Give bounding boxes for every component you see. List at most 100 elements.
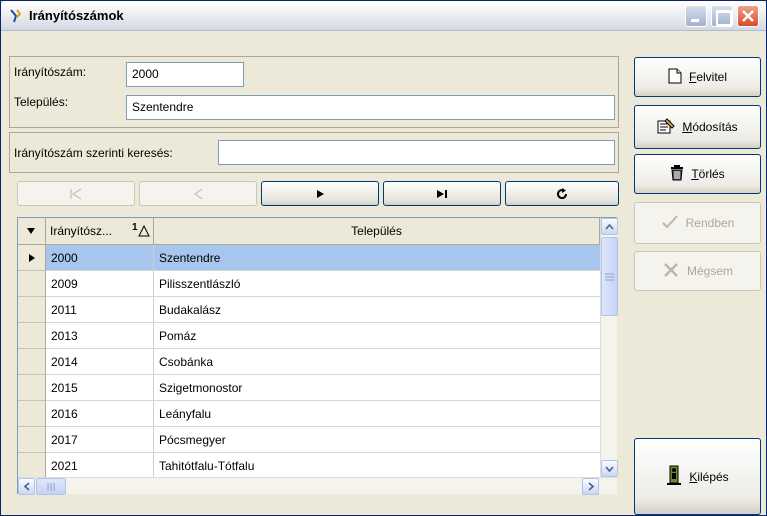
horizontal-thumb[interactable]: [36, 478, 66, 495]
search-label: Irányítószám szerinti keresés:: [14, 146, 173, 160]
scroll-down-button[interactable]: [601, 460, 618, 477]
grip-icon: [605, 273, 614, 281]
table-row[interactable]: 2013 Pomáz: [18, 323, 600, 349]
cell-settlement[interactable]: Budakalász: [154, 297, 600, 322]
last-record-button[interactable]: [383, 181, 501, 206]
header-indicator[interactable]: [18, 218, 46, 245]
zip-field[interactable]: 2000: [126, 62, 244, 87]
close-icon[interactable]: [737, 5, 759, 27]
vertical-scrollbar[interactable]: [600, 218, 618, 477]
table-row[interactable]: 2009 Pilisszentlászló: [18, 271, 600, 297]
table-row[interactable]: 2021 Tahitótfalu-Tótfalu: [18, 453, 600, 479]
horizontal-scrollbar[interactable]: [18, 477, 617, 495]
search-input[interactable]: [218, 140, 615, 165]
header-zip-label: Irányítósz...: [50, 224, 113, 238]
sort-indicator: 1: [132, 222, 138, 233]
first-icon: [70, 187, 82, 200]
row-indicator[interactable]: [18, 297, 46, 323]
prior-record-button[interactable]: [139, 181, 257, 206]
grid-header: Irányítósz... 1 Település: [18, 218, 600, 245]
edit-icon: [657, 117, 676, 137]
exit-door-icon: [666, 465, 682, 488]
row-indicator[interactable]: [18, 323, 46, 349]
title-bar[interactable]: Irányítószámok: [1, 1, 766, 31]
scroll-right-button[interactable]: [582, 478, 599, 495]
refresh-icon: [557, 187, 568, 199]
next-record-button[interactable]: [261, 181, 379, 206]
row-indicator[interactable]: [18, 401, 46, 427]
table-row[interactable]: 2011 Budakalász: [18, 297, 600, 323]
maximize-icon[interactable]: [711, 5, 733, 27]
cell-settlement[interactable]: Csobánka: [154, 349, 600, 374]
zip-label: Irányítószám:: [14, 65, 87, 79]
cell-settlement[interactable]: Pilisszentlászló: [154, 271, 600, 296]
row-indicator[interactable]: [18, 245, 46, 271]
cell-settlement[interactable]: Pócsmegyer: [154, 427, 600, 452]
cell-zip[interactable]: 2016: [46, 401, 154, 426]
cell-zip[interactable]: 2021: [46, 453, 154, 478]
table-row[interactable]: 2000 Szentendre: [18, 245, 600, 271]
cell-settlement[interactable]: Pomáz: [154, 323, 600, 348]
delete-button[interactable]: Törlés: [634, 154, 761, 194]
row-indicator[interactable]: [18, 453, 46, 479]
exit-button[interactable]: Kilépés: [634, 438, 761, 515]
check-icon: [661, 214, 679, 233]
header-zip[interactable]: Irányítósz... 1: [46, 218, 154, 245]
minimize-icon[interactable]: [685, 5, 707, 27]
new-document-icon: [668, 68, 682, 87]
prior-icon: [193, 188, 203, 199]
cell-settlement[interactable]: Szentendre: [154, 245, 600, 270]
cell-zip[interactable]: 2011: [46, 297, 154, 322]
edit-button[interactable]: Módosítás: [634, 105, 761, 149]
cell-settlement[interactable]: Tahitótfalu-Tótfalu: [154, 453, 600, 478]
scroll-left-button[interactable]: [18, 478, 35, 495]
chevron-up-icon: [605, 223, 614, 230]
exit-button-label: Kilépés: [689, 469, 729, 484]
table-row[interactable]: 2016 Leányfalu: [18, 401, 600, 427]
cell-zip[interactable]: 2015: [46, 375, 154, 400]
cell-zip[interactable]: 2000: [46, 245, 154, 270]
window-title: Irányítószámok: [29, 8, 124, 23]
window: Irányítószámok Irányítószám: 2000 Telepü…: [0, 0, 767, 516]
cancel-button-label: Mégsem: [686, 264, 733, 278]
row-indicator[interactable]: [18, 349, 46, 375]
scroll-up-button[interactable]: [601, 218, 618, 235]
cell-zip[interactable]: 2009: [46, 271, 154, 296]
table-row[interactable]: 2017 Pócsmegyer: [18, 427, 600, 453]
last-icon: [437, 189, 447, 198]
trash-icon: [670, 164, 684, 184]
header-settlement[interactable]: Település: [154, 218, 600, 245]
grip-icon: [47, 483, 55, 491]
scroll-thumb[interactable]: [601, 237, 618, 316]
table-row[interactable]: 2015 Szigetmonostor: [18, 375, 600, 401]
zip-grid[interactable]: Irányítósz... 1 Település 2000 Szentendre…: [17, 217, 618, 495]
cell-zip[interactable]: 2017: [46, 427, 154, 452]
cancel-button[interactable]: Mégsem: [634, 251, 761, 291]
sort-arrow-icon: [138, 225, 150, 237]
settlement-label: Település:: [14, 95, 69, 109]
chevron-right-icon: [587, 482, 594, 491]
app-icon: [8, 8, 24, 24]
next-icon: [317, 189, 324, 198]
settlement-field[interactable]: Szentendre: [126, 95, 615, 120]
ok-button-label: Rendben: [685, 216, 735, 230]
cell-zip[interactable]: 2014: [46, 349, 154, 374]
chevron-left-icon: [23, 482, 30, 491]
row-indicator[interactable]: [18, 375, 46, 401]
cell-settlement[interactable]: Szigetmonostor: [154, 375, 600, 400]
edit-button-label: Módosítás: [682, 120, 738, 134]
cell-settlement[interactable]: Leányfalu: [154, 401, 600, 426]
record-panel: Irányítószám: 2000 Település: Szentendre: [9, 56, 619, 128]
row-indicator[interactable]: [18, 427, 46, 453]
current-row-icon: [29, 254, 35, 262]
table-row[interactable]: 2014 Csobánka: [18, 349, 600, 375]
new-button-label: Felvitel: [688, 70, 728, 84]
row-indicator[interactable]: [18, 271, 46, 297]
cancel-icon: [662, 262, 680, 281]
cell-zip[interactable]: 2013: [46, 323, 154, 348]
new-button[interactable]: Felvitel: [634, 57, 761, 97]
refresh-button[interactable]: [505, 181, 619, 206]
chevron-down-icon: [605, 465, 614, 472]
first-record-button[interactable]: [17, 181, 135, 206]
ok-button[interactable]: Rendben: [634, 202, 761, 244]
